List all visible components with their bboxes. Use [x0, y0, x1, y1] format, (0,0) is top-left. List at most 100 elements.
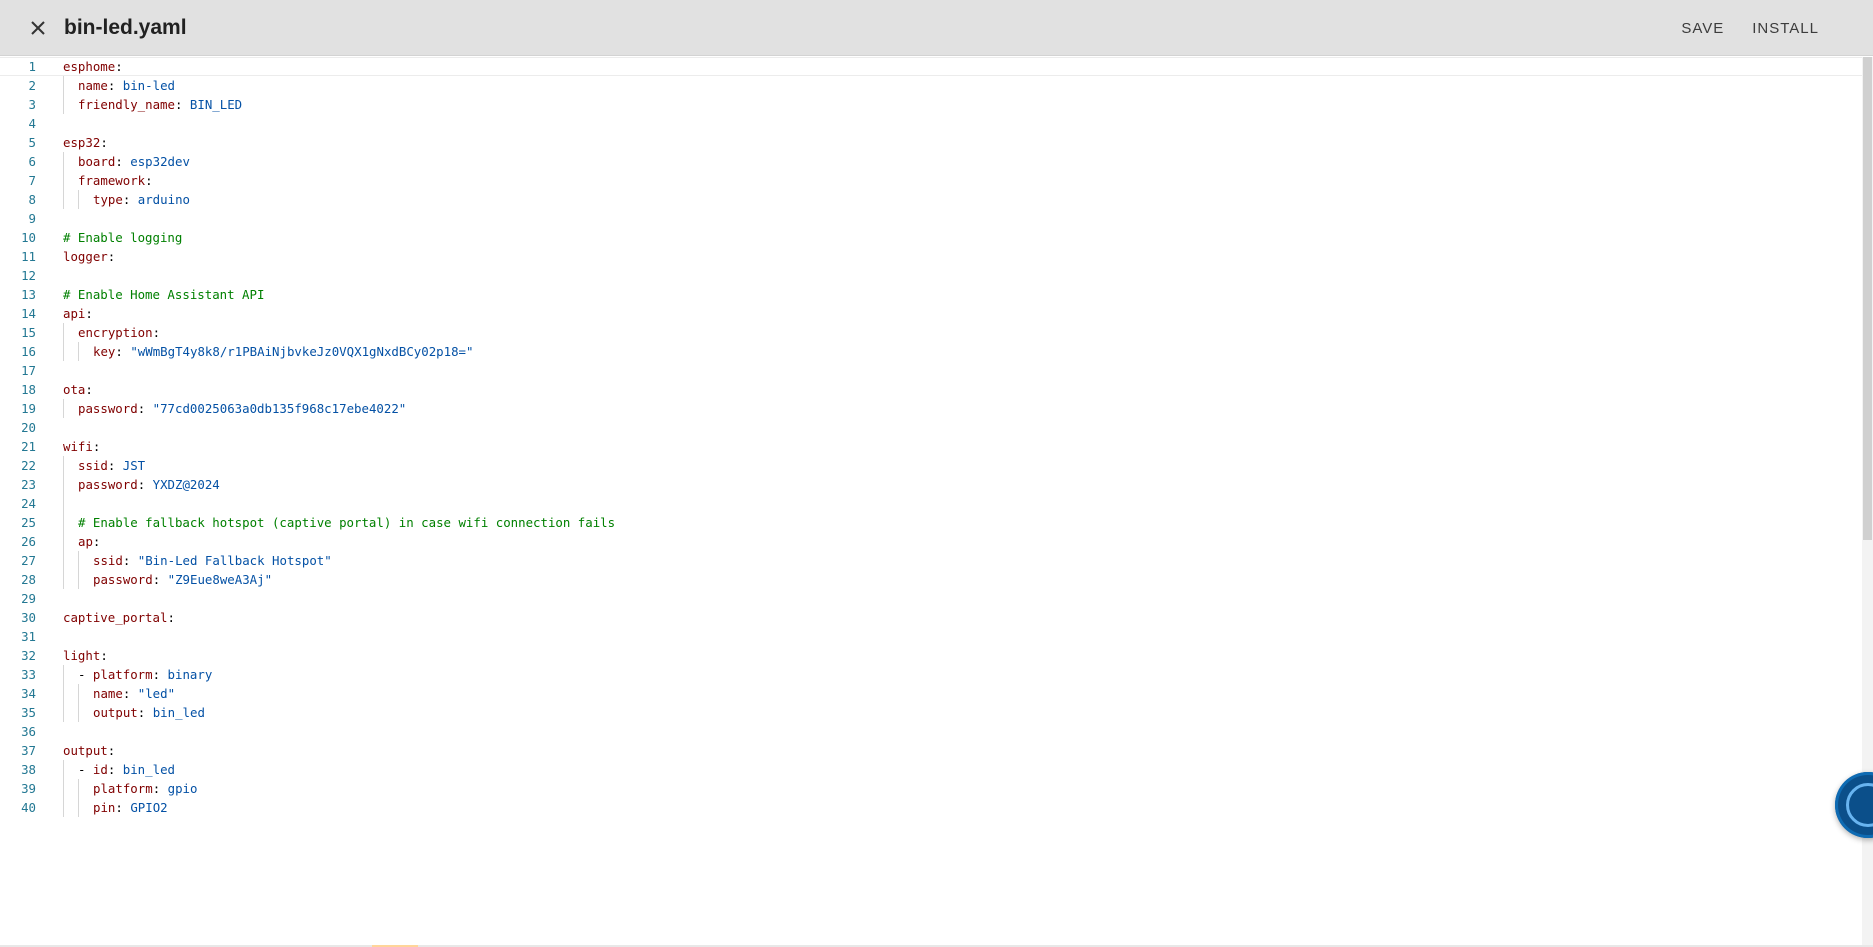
code-line[interactable]: 37 output: — [0, 741, 1862, 760]
code-line[interactable]: 2 name: bin-led — [0, 76, 1862, 95]
yaml-key: pin — [93, 800, 116, 815]
yaml-punct: : — [100, 135, 108, 150]
install-button[interactable]: INSTALL — [1742, 12, 1829, 45]
line-number: 32 — [21, 648, 36, 663]
code-line[interactable]: 34 name: "led" — [0, 684, 1862, 703]
yaml-value: "Bin-Led Fallback Hotspot" — [137, 553, 332, 568]
file-title: bin-led.yaml — [64, 15, 187, 39]
indent-guide — [63, 323, 78, 342]
code-line[interactable]: 27 ssid: "Bin-Led Fallback Hotspot" — [0, 551, 1862, 570]
line-content: # Enable Home Assistant API — [63, 285, 264, 304]
yaml-key: api — [63, 306, 86, 321]
editor-header: bin-led.yaml SAVE INSTALL — [0, 0, 1873, 56]
line-number: 14 — [21, 306, 36, 321]
code-line[interactable]: 25 # Enable fallback hotspot (captive por… — [0, 513, 1862, 532]
indent-guide — [63, 171, 78, 190]
indent-guide — [63, 190, 78, 209]
code-line[interactable]: 12 — [0, 266, 1862, 285]
code-line[interactable]: 20 — [0, 418, 1862, 437]
header-actions: SAVE INSTALL — [1671, 0, 1829, 56]
code-line[interactable]: 35 output: bin_led — [0, 703, 1862, 722]
code-line[interactable]: 7 framework: — [0, 171, 1862, 190]
code-line[interactable]: 15 encryption: — [0, 323, 1862, 342]
indent-guide — [78, 551, 93, 570]
yaml-punct: : — [137, 705, 153, 720]
code-line[interactable]: 38 - id: bin_led — [0, 760, 1862, 779]
code-line[interactable]: 30 captive_portal: — [0, 608, 1862, 627]
yaml-value: GPIO2 — [130, 800, 168, 815]
yaml-key: esphome — [63, 59, 116, 74]
code-line[interactable]: 18 ota: — [0, 380, 1862, 399]
yaml-punct: : — [107, 249, 116, 264]
code-line[interactable]: 4 — [0, 114, 1862, 133]
code-lines[interactable]: 1 esphome: 2 name: bin-led 3 friendly_name: B… — [0, 57, 1862, 817]
code-line[interactable]: 24 — [0, 494, 1862, 513]
code-line[interactable]: 40 pin: GPIO2 — [0, 798, 1862, 817]
code-line[interactable]: 17 — [0, 361, 1862, 380]
line-number: 12 — [21, 268, 36, 283]
line-number: 17 — [21, 363, 36, 378]
line-number: 33 — [21, 667, 36, 682]
code-line[interactable]: 26 ap: — [0, 532, 1862, 551]
code-line[interactable]: 10 # Enable logging — [0, 228, 1862, 247]
yaml-key: password — [78, 477, 138, 492]
code-line[interactable]: 6 board: esp32dev — [0, 152, 1862, 171]
code-line[interactable]: 36 — [0, 722, 1862, 741]
yaml-key: framework — [78, 173, 146, 188]
code-line[interactable]: 22 ssid: JST — [0, 456, 1862, 475]
code-line[interactable]: 8 type: arduino — [0, 190, 1862, 209]
code-line[interactable]: 11 logger: — [0, 247, 1862, 266]
yaml-punct: : — [137, 477, 153, 492]
line-number: 19 — [21, 401, 36, 416]
line-content: output: bin_led — [63, 703, 205, 722]
line-content: captive_portal: — [63, 608, 175, 627]
code-line[interactable]: 9 — [0, 209, 1862, 228]
line-content — [63, 494, 78, 513]
indent-guide — [78, 779, 93, 798]
line-content: esphome: — [63, 58, 123, 75]
code-line[interactable]: 31 — [0, 627, 1862, 646]
code-line[interactable]: 16 key: "wWmBgT4y8k8/r1PBAiNjbvkeJz0VQX1g… — [0, 342, 1862, 361]
line-number: 27 — [21, 553, 36, 568]
code-line[interactable]: 33 - platform: binary — [0, 665, 1862, 684]
yaml-punct: : — [107, 743, 116, 758]
line-number: 2 — [28, 78, 36, 93]
code-editor[interactable]: 1 esphome: 2 name: bin-led 3 friendly_name: B… — [0, 57, 1862, 945]
code-line[interactable]: 28 password: "Z9Eue8weA3Aj" — [0, 570, 1862, 589]
save-button[interactable]: SAVE — [1671, 12, 1734, 45]
code-line[interactable]: 19 password: "77cd0025063a0db135f968c17eb… — [0, 399, 1862, 418]
yaml-punct: : — [167, 610, 175, 625]
yaml-key: name — [78, 78, 108, 93]
indent-guide — [63, 570, 78, 589]
indent-guide — [63, 665, 78, 684]
line-content: key: "wWmBgT4y8k8/r1PBAiNjbvkeJz0VQX1gNx… — [63, 342, 473, 361]
scrollbar-thumb[interactable] — [1863, 57, 1872, 540]
yaml-key: board — [78, 154, 116, 169]
line-content: ssid: JST — [63, 456, 145, 475]
code-line[interactable]: 21 wifi: — [0, 437, 1862, 456]
line-number: 18 — [21, 382, 36, 397]
close-button[interactable] — [20, 10, 56, 46]
yaml-punct: - — [78, 667, 93, 682]
code-line[interactable]: 1 esphome: — [0, 57, 1862, 76]
yaml-key: password — [93, 572, 153, 587]
line-number: 31 — [21, 629, 36, 644]
line-content: - platform: binary — [63, 665, 212, 684]
code-line[interactable]: 13 # Enable Home Assistant API — [0, 285, 1862, 304]
line-number: 39 — [21, 781, 36, 796]
yaml-value: "77cd0025063a0db135f968c17ebe4022" — [152, 401, 407, 416]
line-number: 23 — [21, 477, 36, 492]
line-number: 13 — [21, 287, 36, 302]
yaml-value: bin-led — [122, 78, 175, 93]
line-number: 37 — [21, 743, 36, 758]
line-content: # Enable logging — [63, 228, 182, 247]
code-line[interactable]: 14 api: — [0, 304, 1862, 323]
code-line[interactable]: 32 light: — [0, 646, 1862, 665]
code-line[interactable]: 39 platform: gpio — [0, 779, 1862, 798]
code-line[interactable]: 29 — [0, 589, 1862, 608]
code-line[interactable]: 23 password: YXDZ@2024 — [0, 475, 1862, 494]
code-line[interactable]: 5 esp32: — [0, 133, 1862, 152]
yaml-punct: : — [107, 78, 123, 93]
yaml-value: arduino — [137, 192, 190, 207]
code-line[interactable]: 3 friendly_name: BIN_LED — [0, 95, 1862, 114]
